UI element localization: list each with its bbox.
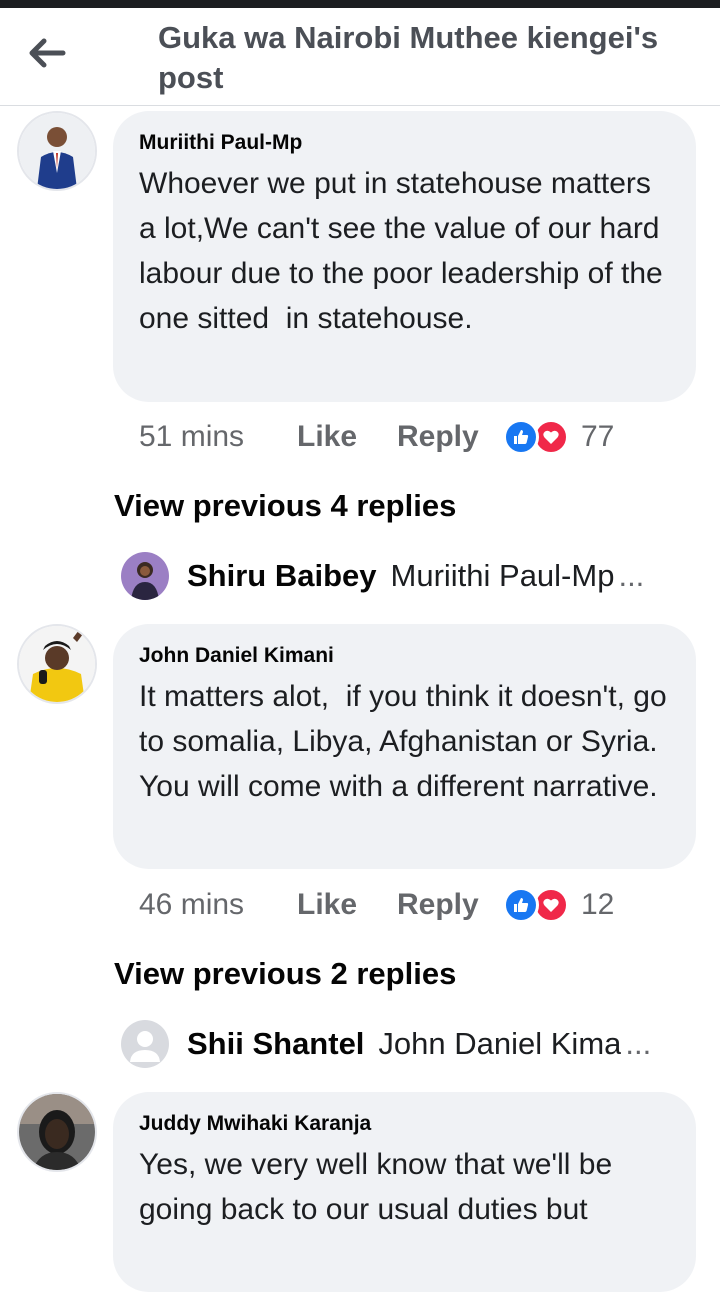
reaction-count: 12	[581, 888, 615, 921]
back-button[interactable]	[18, 28, 76, 78]
avatar[interactable]	[17, 1092, 97, 1172]
like-button[interactable]: Like	[297, 420, 397, 454]
reactions-summary[interactable]	[503, 887, 581, 923]
reply-preview[interactable]: Shii Shantel John Daniel Kima ...	[121, 1019, 681, 1069]
reply-ellipsis: ...	[618, 558, 645, 593]
avatar-photo	[19, 1094, 95, 1170]
avatar[interactable]	[17, 111, 97, 191]
comment-author[interactable]: Juddy Mwihaki Karanja	[139, 1110, 670, 1138]
avatar-photo	[19, 626, 95, 702]
reply-snippet: John Daniel Kima	[378, 1026, 622, 1061]
comment-bubble[interactable]: John Daniel Kimani It matters alot, if y…	[113, 624, 696, 869]
arrow-left-icon	[29, 38, 66, 68]
reply-ellipsis: ...	[625, 1026, 652, 1061]
reply-button[interactable]: Reply	[397, 888, 503, 922]
reply-preview[interactable]: Shiru Baibey Muriithi Paul-Mp ...	[121, 551, 681, 601]
comment-author[interactable]: John Daniel Kimani	[139, 642, 670, 670]
comment-actions: 51 mins Like Reply 77	[139, 417, 614, 457]
header: Guka wa Nairobi Muthee kiengei's post	[0, 8, 720, 106]
comment-bubble[interactable]: Juddy Mwihaki Karanja Yes, we very well …	[113, 1092, 696, 1292]
avatar	[121, 552, 169, 600]
view-previous-replies-link[interactable]: View previous 2 replies	[114, 954, 456, 994]
reply-author[interactable]: Shii Shantel	[187, 1026, 364, 1062]
person-silhouette-icon	[121, 1020, 169, 1068]
avatar-photo	[19, 113, 95, 189]
reply-button[interactable]: Reply	[397, 420, 503, 454]
comment-text: It matters alot, if you think it doesn't…	[139, 680, 675, 803]
comment-time[interactable]: 51 mins	[139, 420, 297, 454]
like-button[interactable]: Like	[297, 888, 397, 922]
reaction-count: 77	[581, 420, 615, 453]
comment-time[interactable]: 46 mins	[139, 888, 297, 922]
thumbs-up-icon	[503, 887, 539, 923]
reply-snippet: Muriithi Paul-Mp	[390, 558, 615, 593]
avatar[interactable]	[17, 624, 97, 704]
reactions-summary[interactable]	[503, 419, 581, 455]
comment-text: Whoever we put in statehouse matters a l…	[139, 167, 672, 335]
comment-author[interactable]: Muriithi Paul-Mp	[139, 129, 670, 157]
reply-author[interactable]: Shiru Baibey	[187, 558, 377, 594]
comment-actions: 46 mins Like Reply 12	[139, 885, 614, 925]
status-bar	[0, 0, 720, 8]
thumbs-up-icon	[503, 419, 539, 455]
view-previous-replies-link[interactable]: View previous 4 replies	[114, 486, 456, 526]
comment-text: Yes, we very well know that we'll be goi…	[139, 1148, 621, 1226]
comment-bubble[interactable]: Muriithi Paul-Mp Whoever we put in state…	[113, 111, 696, 402]
page-title: Guka wa Nairobi Muthee kiengei's post	[158, 20, 659, 95]
